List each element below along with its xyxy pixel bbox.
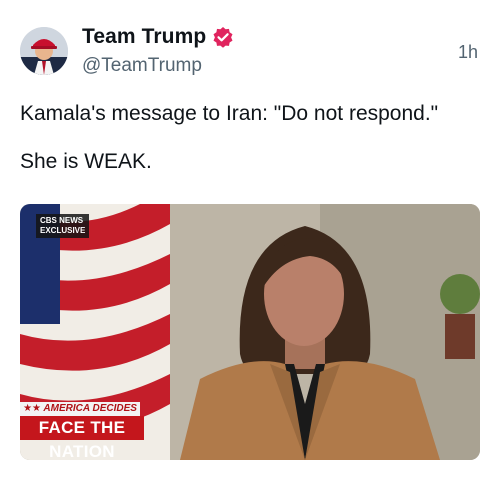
cbs-badge-line-2: EXCLUSIVE xyxy=(40,226,86,235)
display-name[interactable]: Team Trump xyxy=(82,25,206,49)
timestamp[interactable]: 1h xyxy=(458,42,478,63)
cbs-news-badge: CBS NEWS EXCLUSIVE xyxy=(36,214,90,238)
avatar-image xyxy=(20,27,68,75)
tweet-text-line-1: Kamala's message to Iran: "Do not respon… xyxy=(20,102,439,125)
name-row: Team Trump xyxy=(82,25,234,49)
tweet-text-line-2: She is WEAK. xyxy=(20,150,152,173)
verified-badge-icon xyxy=(212,26,234,48)
face-the-nation-banner: FACE THE NATION xyxy=(20,416,144,461)
america-decides-banner: ★★ AMERICA DECIDES ★★ xyxy=(20,402,140,428)
tweet-text: Kamala's message to Iran: "Do not respon… xyxy=(20,102,480,174)
author-block: Team Trump @TeamTrump xyxy=(82,25,234,77)
tweet: Team Trump @TeamTrump 1h Kamala's messag… xyxy=(0,0,500,477)
cbs-badge-line-1: CBS NEWS xyxy=(40,216,84,225)
avatar[interactable] xyxy=(20,27,68,75)
handle[interactable]: @TeamTrump xyxy=(82,55,234,77)
